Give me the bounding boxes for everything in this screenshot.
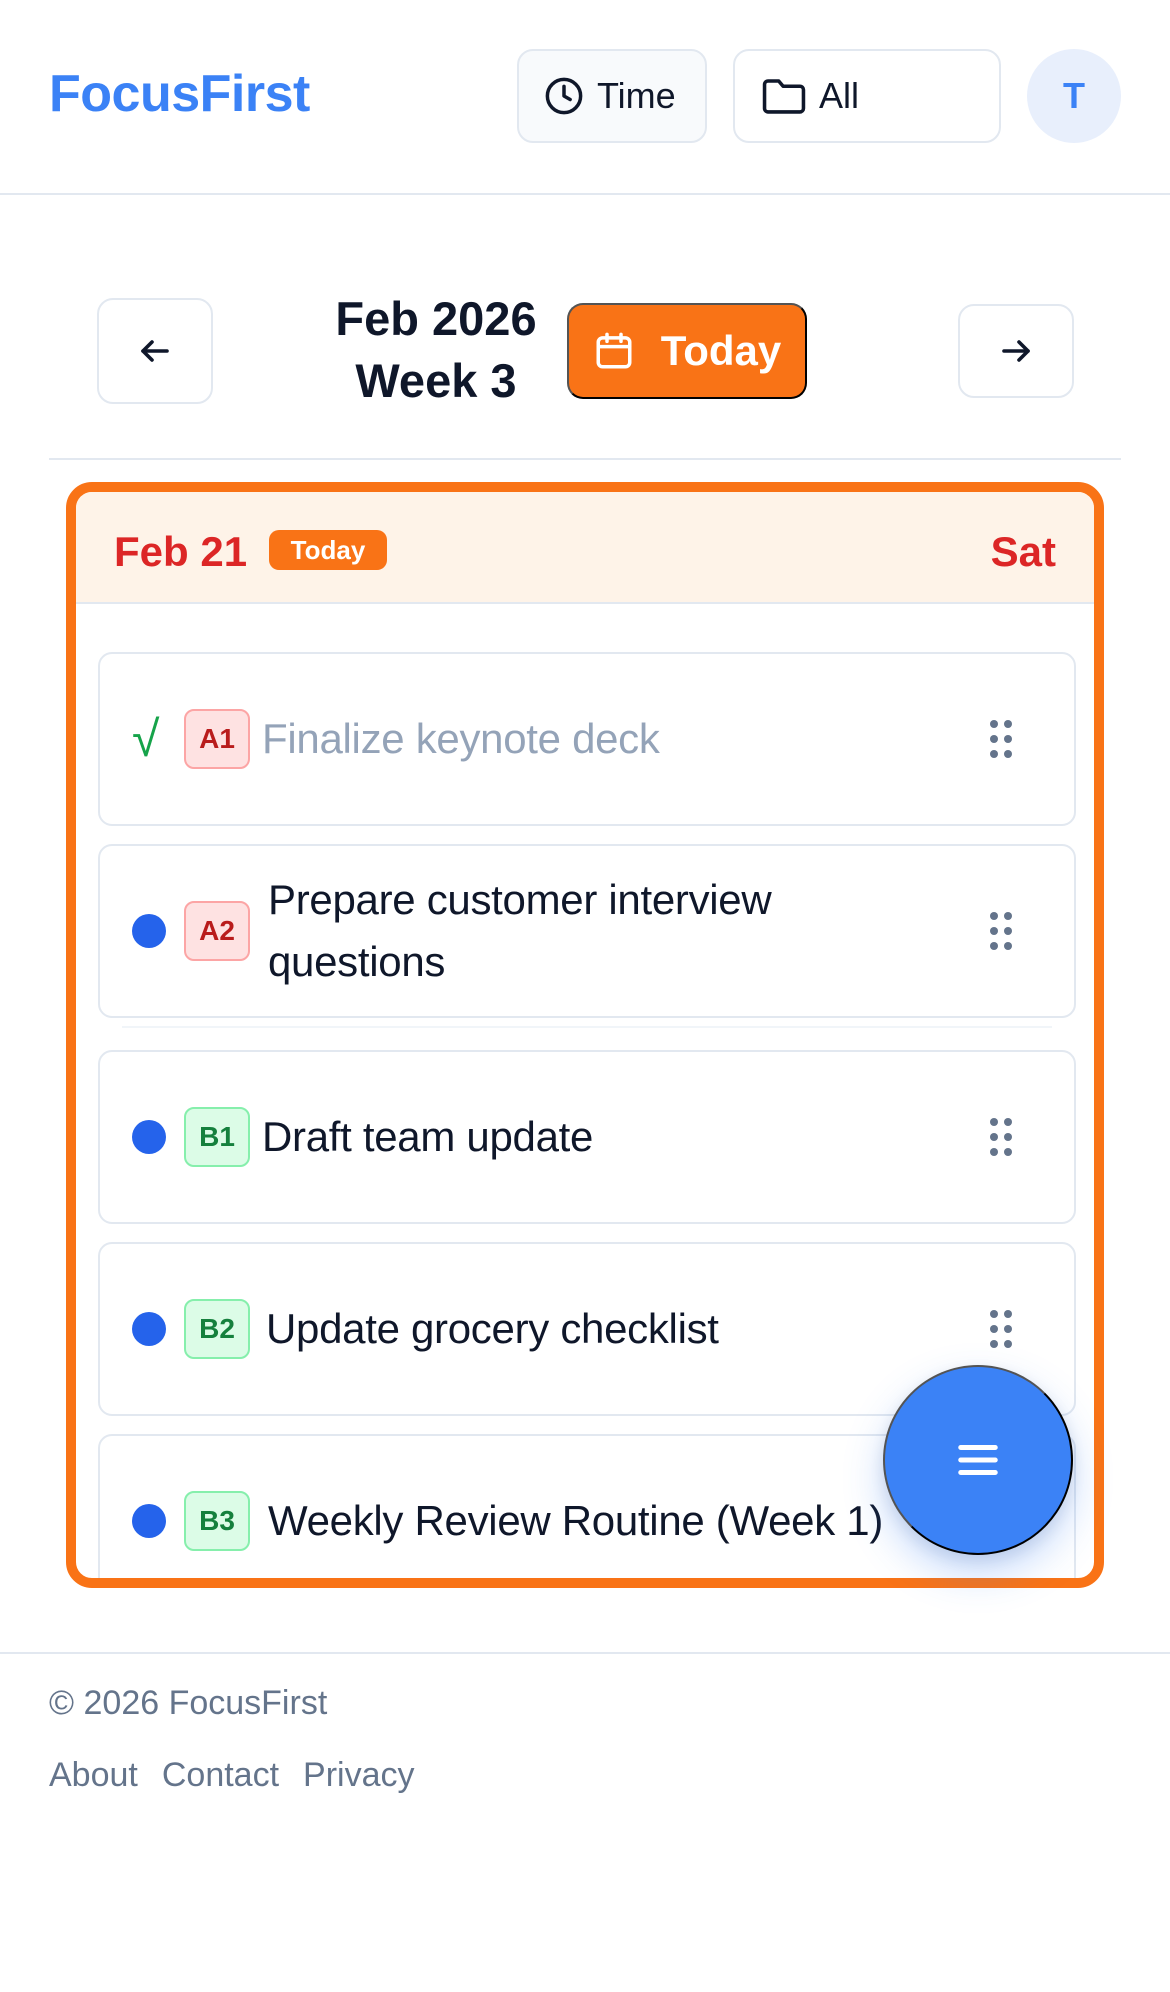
week-title: Feb 2026 Week 3 [300, 288, 572, 412]
task-group-divider [122, 1026, 1052, 1028]
arrow-right-icon [1002, 340, 1030, 362]
day-header: Feb 21 Today Sat [76, 492, 1094, 604]
footer-link-about[interactable]: About [49, 1756, 138, 1795]
check-icon[interactable]: √ [132, 714, 159, 764]
drag-handle-icon[interactable] [990, 720, 1012, 758]
task-row[interactable]: √ A1 Finalize keynote deck [98, 652, 1076, 826]
drag-handle-icon[interactable] [990, 1310, 1012, 1348]
day-date: Feb 21 [114, 528, 248, 575]
nav-divider [49, 458, 1121, 460]
user-avatar[interactable]: T [1027, 49, 1121, 143]
filter-button-label: All [819, 75, 860, 116]
app-header: FocusFirst Time All T [0, 0, 1170, 195]
task-title[interactable]: Weekly Review Routine (Week 1) [268, 1490, 883, 1552]
prev-week-button[interactable] [97, 298, 213, 404]
today-button-label: Today [660, 327, 782, 374]
task-title[interactable]: Finalize keynote deck [262, 708, 660, 770]
month-label: Feb 2026 [335, 292, 537, 345]
status-dot-icon[interactable] [132, 914, 166, 948]
copyright-text: © 2026 FocusFirst [49, 1684, 328, 1722]
page-footer: © 2026 FocusFirst About Contact Privacy [0, 1652, 1170, 1992]
task-title[interactable]: Prepare customer interview questions [268, 869, 868, 993]
priority-badge: B3 [184, 1491, 250, 1551]
folder-icon [762, 79, 806, 114]
day-weekday: Sat [990, 528, 1056, 575]
today-badge: Today [269, 530, 387, 570]
priority-badge: A1 [184, 709, 250, 769]
menu-icon [958, 1445, 998, 1475]
task-row[interactable]: B1 Draft team update [98, 1050, 1076, 1224]
time-button-label: Time [597, 75, 676, 116]
task-title[interactable]: Draft team update [262, 1106, 593, 1168]
calendar-icon [596, 332, 632, 369]
menu-fab-button[interactable] [883, 1365, 1073, 1555]
status-dot-icon[interactable] [132, 1120, 166, 1154]
arrow-left-icon [141, 340, 169, 362]
week-label: Week 3 [355, 354, 517, 407]
today-button[interactable]: Today [567, 303, 807, 399]
footer-link-privacy[interactable]: Privacy [303, 1756, 414, 1795]
status-dot-icon[interactable] [132, 1312, 166, 1346]
status-dot-icon[interactable] [132, 1504, 166, 1538]
brand-logo[interactable]: FocusFirst [49, 64, 310, 124]
drag-handle-icon[interactable] [990, 1118, 1012, 1156]
task-row[interactable]: A2 Prepare customer interview questions [98, 844, 1076, 1018]
task-title[interactable]: Update grocery checklist [266, 1298, 719, 1360]
time-button[interactable]: Time [517, 49, 707, 143]
priority-badge: B1 [184, 1107, 250, 1167]
footer-links: About Contact Privacy [49, 1756, 415, 1795]
app-root: FocusFirst Time All T Feb 2026 Week 3 To… [0, 0, 1170, 1992]
priority-badge: B2 [184, 1299, 250, 1359]
drag-handle-icon[interactable] [990, 912, 1012, 950]
footer-link-contact[interactable]: Contact [162, 1756, 279, 1795]
next-week-button[interactable] [958, 304, 1074, 398]
clock-icon [545, 77, 583, 115]
priority-badge: A2 [184, 901, 250, 961]
filter-all-button[interactable]: All [733, 49, 1001, 143]
